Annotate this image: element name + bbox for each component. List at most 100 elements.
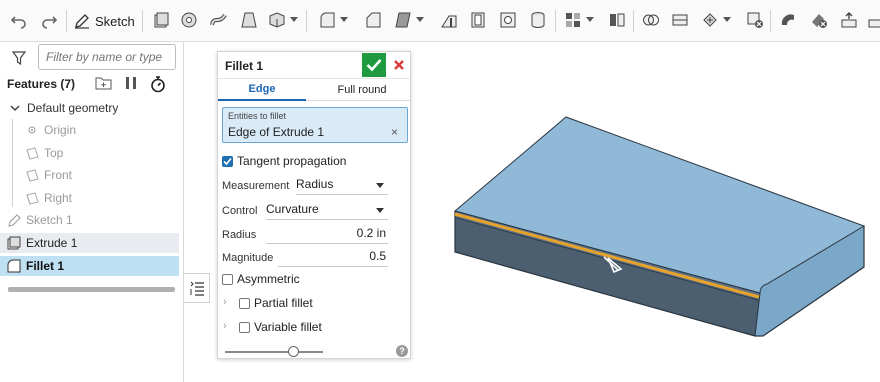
sweep-icon[interactable] [208,9,230,31]
plane-icon [25,146,39,160]
clear-selection-icon[interactable]: × [391,125,398,139]
toolbar-separator [142,10,143,32]
thicken-icon[interactable] [266,9,298,31]
tree-item-label: Sketch 1 [26,213,73,227]
fillet-dialog: Fillet 1 Edge Full round Entities to fil… [217,51,411,359]
variable-fillet-label: Variable fillet [254,320,322,334]
variable-fillet-row[interactable]: Variable fillet [239,320,322,334]
chevron-down-icon [8,101,22,115]
control-select[interactable]: Curvature [266,202,388,220]
entities-value: Edge of Extrude 1 [228,125,325,139]
radius-label: Radius [222,229,257,241]
tree-item-label: Front [44,168,73,182]
overflow-icon[interactable] [866,9,880,31]
sketch-pencil-icon [75,14,89,29]
tangent-propagation-checkbox[interactable] [222,155,233,167]
move-face-icon[interactable] [838,9,860,31]
checkmark-icon [223,157,232,165]
tree-item-extrude-1[interactable]: Extrude 1 [0,233,179,253]
fillet-icon[interactable] [316,9,348,31]
filter-input[interactable] [38,44,176,70]
dialog-tabs: Edge Full round [218,78,410,101]
chevron-down-icon [376,183,384,188]
chevron-down-icon [376,208,384,213]
delete-part-icon[interactable] [744,9,766,31]
feature-list-toggle[interactable] [184,273,210,303]
entities-label: Entities to fillet [228,111,287,121]
pause-icon[interactable] [124,75,138,91]
tree-item-fillet-1[interactable]: Fillet 1 [0,256,179,276]
rib-icon[interactable] [438,9,460,31]
help-icon[interactable]: ? [396,345,408,357]
boolean-icon[interactable] [640,9,662,31]
draft-icon[interactable] [392,9,424,31]
delete-face-icon[interactable] [808,9,830,31]
plane-icon [25,168,39,182]
asymmetric-checkbox[interactable] [222,273,233,285]
tree-item-top[interactable]: Top [0,143,179,163]
partial-fillet-label: Partial fillet [254,296,313,310]
shell-icon[interactable] [467,9,489,31]
partial-fillet-row[interactable]: Partial fillet [239,296,313,310]
horizontal-scrollbar[interactable] [8,287,175,292]
tree-item-front[interactable]: Front [0,165,179,185]
slider-handle[interactable] [288,346,300,357]
magnitude-label: Magnitude [222,252,274,264]
sketch-icon [7,213,21,227]
split-icon[interactable] [669,9,691,31]
loft-icon[interactable] [238,9,260,31]
magnitude-input[interactable]: 0.5 [278,249,388,267]
pattern-icon[interactable] [562,9,594,31]
asymmetric-row[interactable]: Asymmetric [222,272,300,286]
measurement-select[interactable]: Radius [296,177,388,195]
feature-panel: Features (7) Default geometry Origin Top… [0,42,184,382]
origin-icon [25,123,39,137]
extrude-icon[interactable] [150,9,172,31]
tree-item-origin[interactable]: Origin [0,120,179,140]
revolve-icon[interactable] [178,9,200,31]
tree-group-default-geometry[interactable]: Default geometry [0,98,179,118]
plane-icon [25,191,39,205]
tab-full-round[interactable]: Full round [314,79,410,101]
toolbar-separator [66,10,67,32]
features-title: Features (7) [7,77,76,91]
tree-item-right[interactable]: Right [0,188,179,208]
undo-icon[interactable] [8,9,30,31]
list-icon [190,281,204,296]
redo-icon[interactable] [38,9,60,31]
tab-edge[interactable]: Edge [218,79,306,101]
control-value: Curvature [266,202,319,216]
mirror-icon[interactable] [606,9,628,31]
graphics-viewport[interactable] [412,42,880,382]
modify-fillet-icon[interactable] [778,9,800,31]
control-label: Control [222,205,258,217]
tangent-propagation-row[interactable]: Tangent propagation [222,154,346,168]
rollback-slider[interactable] [225,351,323,353]
entities-to-fillet-field[interactable]: Entities to fillet Edge of Extrude 1 × [222,107,408,143]
tree-item-label: Origin [44,123,77,137]
cylinder-icon[interactable] [527,9,549,31]
radius-input[interactable]: 0.2 in [266,226,388,244]
toolbar-separator [633,10,634,32]
stopwatch-icon[interactable] [150,75,166,93]
tree-item-sketch-1[interactable]: Sketch 1 [0,210,179,230]
hole-icon[interactable] [497,9,519,31]
chevron-right-icon[interactable]: › [223,296,227,308]
toolbar-separator [306,10,307,32]
variable-fillet-checkbox[interactable] [239,321,250,333]
fillet-icon [7,259,21,273]
tree-item-label: Top [44,146,64,160]
measurement-value: Radius [296,177,334,191]
transform-icon[interactable] [699,9,731,31]
tangent-propagation-label: Tangent propagation [237,154,347,168]
measurement-label: Measurement [222,180,290,192]
tree-item-label: Default geometry [27,101,119,115]
chevron-right-icon[interactable]: › [223,320,227,332]
partial-fillet-checkbox[interactable] [239,297,250,309]
accept-button[interactable] [362,53,386,77]
dialog-title: Fillet 1 [225,59,264,73]
add-folder-icon[interactable] [95,75,113,91]
cancel-button[interactable] [390,56,408,74]
chamfer-icon[interactable] [362,9,384,31]
sketch-button[interactable]: Sketch [73,9,135,33]
